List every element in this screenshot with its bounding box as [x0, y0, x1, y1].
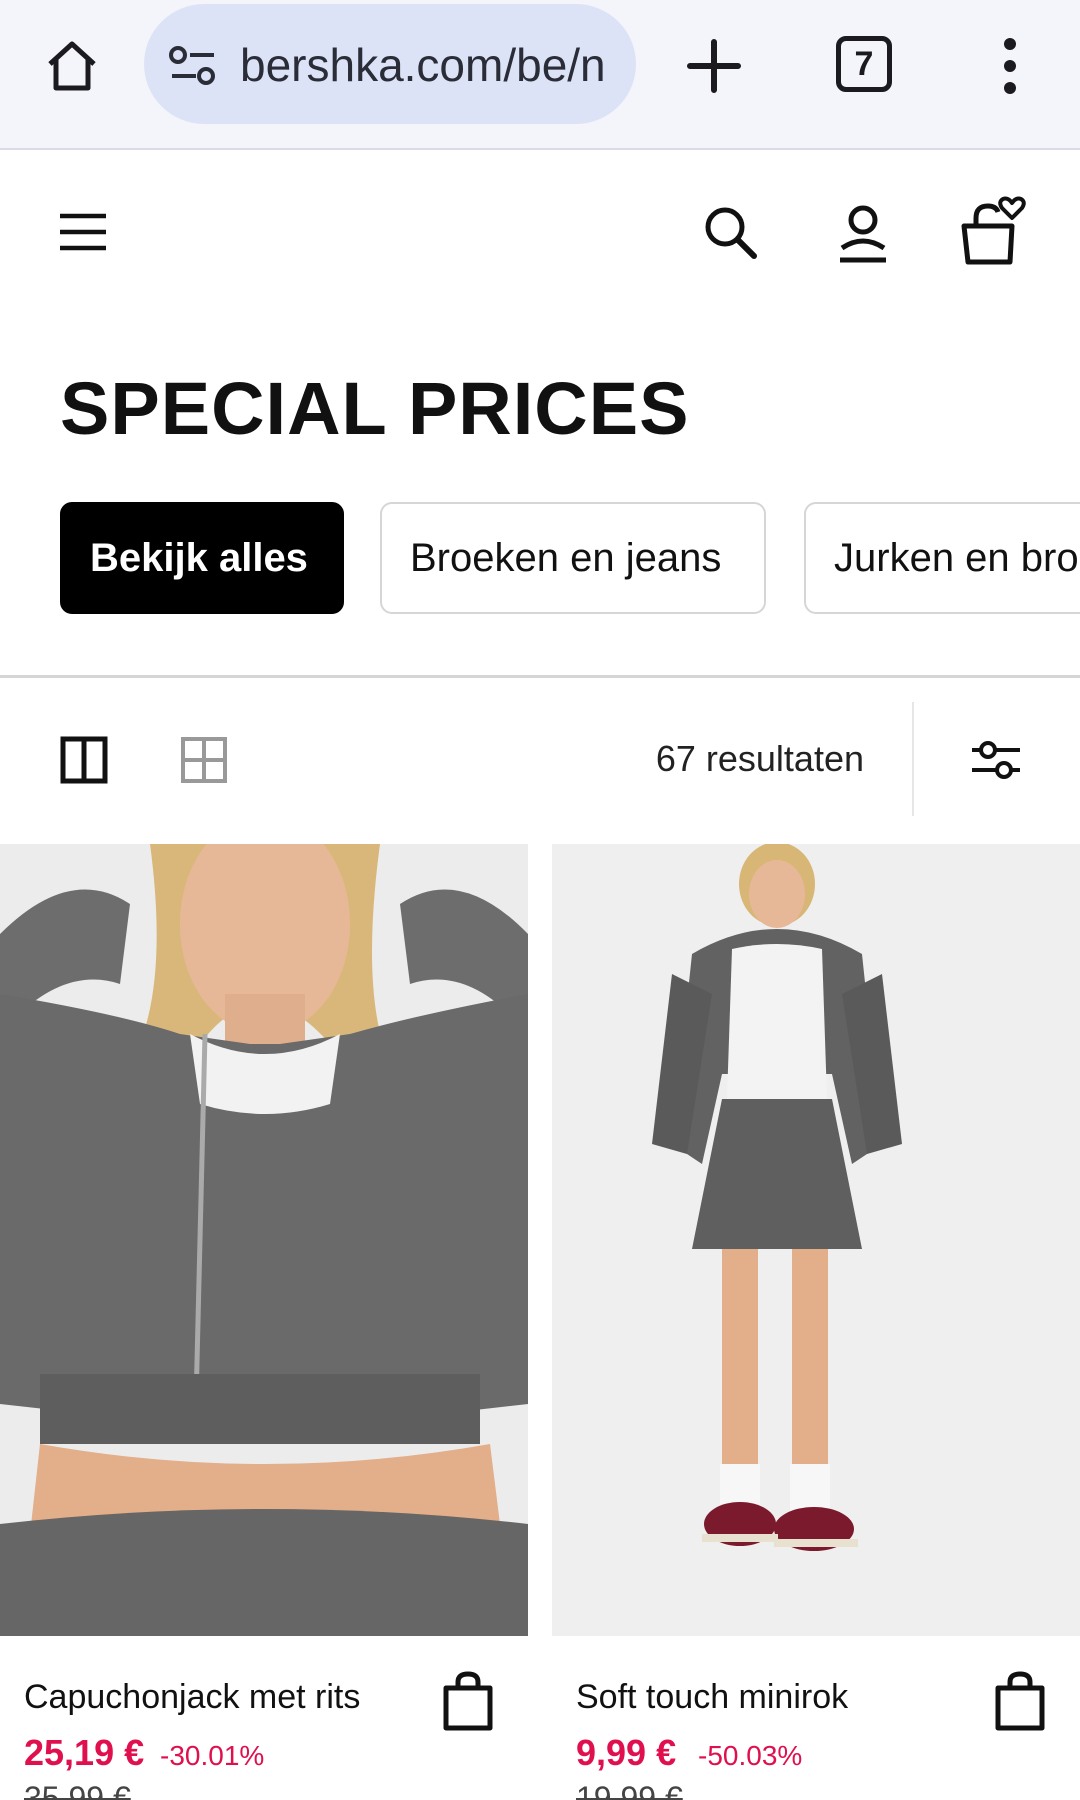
page-title: SPECIAL PRICES	[60, 367, 690, 450]
add-to-bag-icon[interactable]	[440, 1670, 496, 1732]
home-icon[interactable]	[38, 32, 106, 100]
results-count: 67 resultaten	[655, 738, 864, 779]
chip-bekijk-alles[interactable]: Bekijk alles	[60, 502, 344, 614]
product-image[interactable]	[0, 844, 528, 1636]
address-bar[interactable]: bershka.com/be/n	[144, 4, 636, 124]
chip-jurken[interactable]: Jurken en bro	[804, 502, 1080, 614]
product-name[interactable]: Soft touch minirok	[576, 1678, 848, 1717]
site-settings-icon[interactable]	[168, 44, 220, 88]
url-text[interactable]: bershka.com/be/n	[240, 40, 620, 90]
divider	[0, 675, 1080, 678]
add-to-bag-icon[interactable]	[992, 1670, 1048, 1732]
product-price: 9,99 €	[576, 1732, 677, 1773]
product-old-price: 35,99 €	[24, 1780, 131, 1800]
search-icon[interactable]	[698, 200, 764, 266]
tab-switcher-icon[interactable]: 7	[836, 36, 892, 92]
browser-toolbar: bershka.com/be/n 7	[0, 0, 1080, 150]
filter-icon[interactable]	[968, 734, 1024, 786]
chip-broeken-en-jeans[interactable]: Broeken en jeans	[380, 502, 766, 614]
two-column-view-icon[interactable]	[60, 736, 108, 784]
toolbar-separator	[912, 702, 914, 816]
product-discount: -30.01%	[160, 1740, 265, 1771]
product-price: 25,19 €	[24, 1732, 145, 1773]
new-tab-icon[interactable]	[680, 32, 748, 100]
more-menu-icon[interactable]	[990, 30, 1030, 102]
bag-wishlist-icon[interactable]	[956, 196, 1030, 268]
account-icon[interactable]	[830, 200, 896, 266]
category-chips: Bekijk alles Broeken en jeans Jurken en …	[60, 502, 1080, 616]
product-image[interactable]	[552, 844, 1080, 1636]
product-discount: -50.03%	[698, 1740, 803, 1771]
four-column-view-icon[interactable]	[180, 736, 228, 784]
menu-icon[interactable]	[56, 210, 110, 254]
product-old-price: 19,99 €	[576, 1780, 683, 1800]
product-name[interactable]: Capuchonjack met rits	[24, 1678, 360, 1717]
